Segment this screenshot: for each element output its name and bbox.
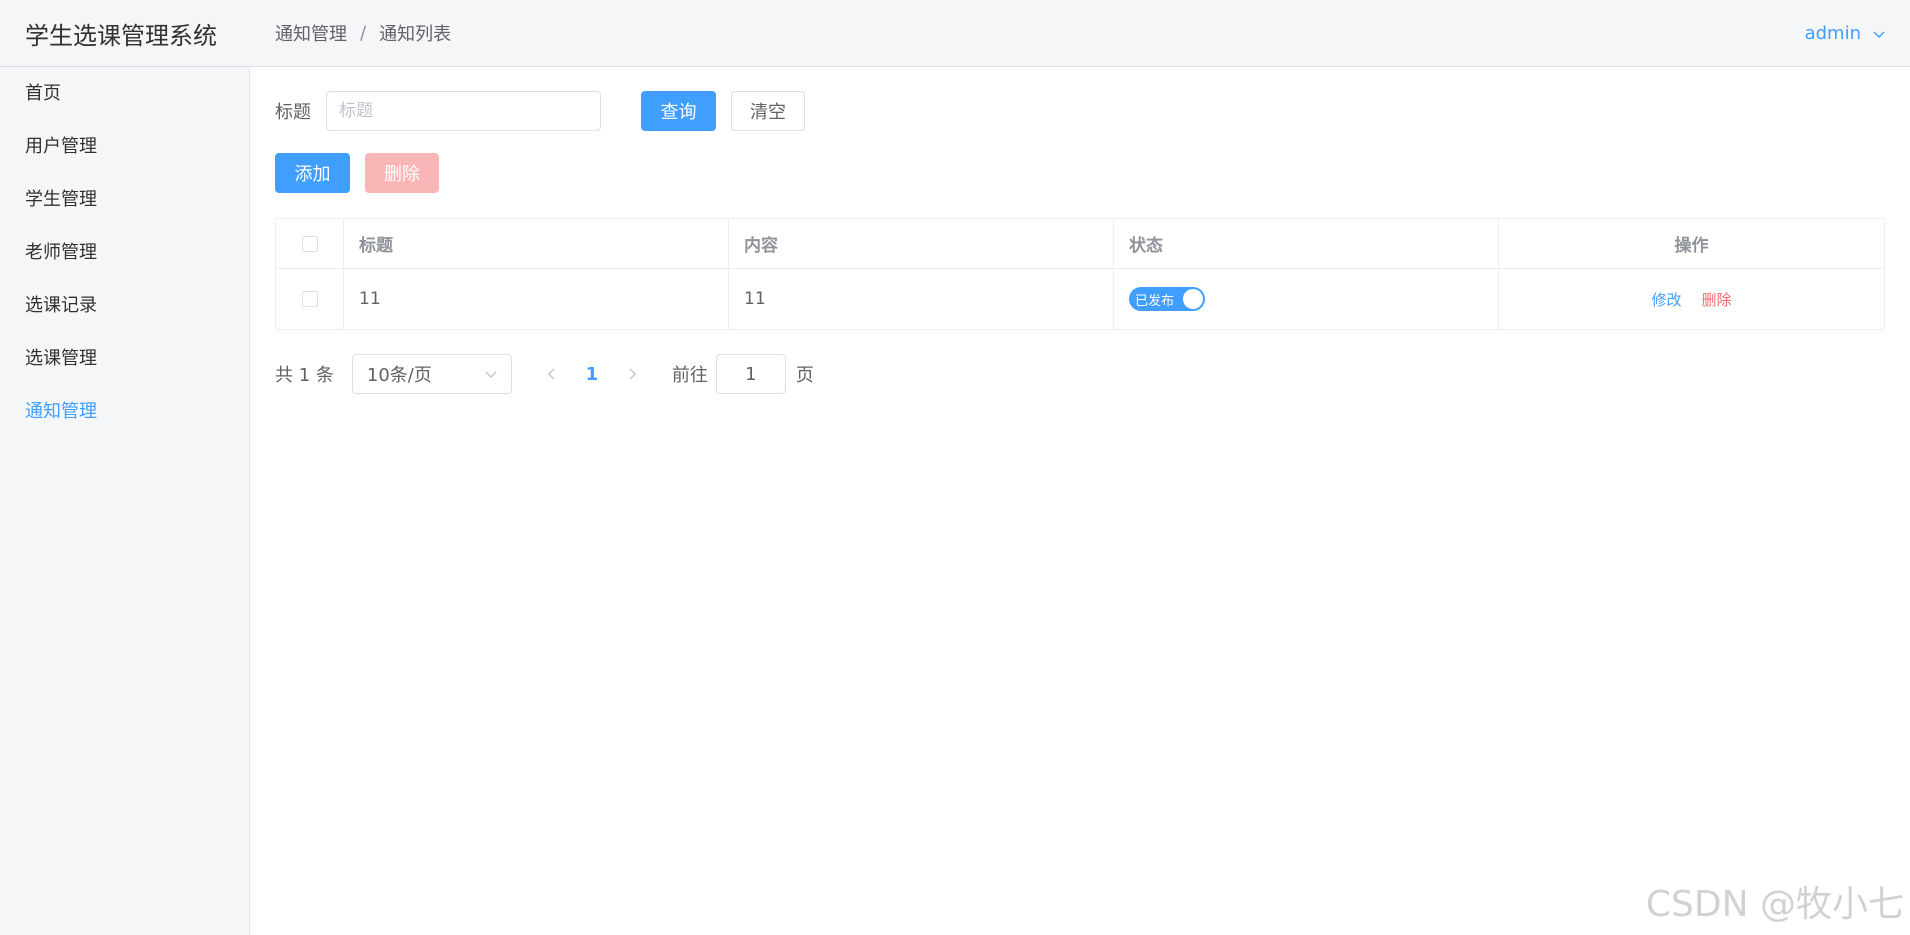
status-toggle[interactable]: 已发布 xyxy=(1129,287,1205,311)
goto-suffix: 页 xyxy=(795,365,814,386)
header-select-cell xyxy=(276,219,344,268)
select-all-checkbox[interactable] xyxy=(301,235,318,252)
chevron-down-icon xyxy=(485,371,497,378)
sidebar: 首页 用户管理 学生管理 老师管理 选课记录 选课管理 通知管理 xyxy=(0,67,250,935)
query-button[interactable]: 查询 xyxy=(641,91,716,131)
watermark: CSDN @牧小七 xyxy=(1645,884,1904,925)
cell-actions: 修改 删除 xyxy=(1499,269,1884,329)
user-name[interactable]: admin xyxy=(1805,23,1861,44)
cell-status: 已发布 xyxy=(1114,269,1499,329)
cell-content: 11 xyxy=(729,269,1114,329)
prev-page-button[interactable] xyxy=(532,354,572,394)
sidebar-item-notice-management[interactable]: 通知管理 xyxy=(0,385,249,438)
cell-title: 11 xyxy=(344,269,729,329)
pagination-total: 共 1 条 xyxy=(275,365,334,386)
goto-label: 前往 xyxy=(671,365,708,386)
add-button[interactable]: 添加 xyxy=(275,153,350,193)
clear-button[interactable]: 清空 xyxy=(731,91,805,131)
chevron-down-icon[interactable] xyxy=(1873,28,1885,40)
breadcrumb-item-notice-management[interactable]: 通知管理 xyxy=(275,20,347,46)
notice-table: 标题 内容 状态 操作 11 11 已发布 修改 删除 xyxy=(275,218,1885,330)
status-toggle-label: 已发布 xyxy=(1135,293,1175,309)
top-header: 学生选课管理系统 通知管理 / 通知列表 admin xyxy=(0,0,1910,67)
column-header-title: 标题 xyxy=(344,219,729,268)
table-header-row: 标题 内容 状态 操作 xyxy=(276,219,1884,269)
chevron-left-icon xyxy=(547,368,555,380)
sidebar-item-course-records[interactable]: 选课记录 xyxy=(0,279,249,332)
page-number-current[interactable]: 1 xyxy=(572,354,612,394)
delete-link[interactable]: 删除 xyxy=(1702,289,1732,310)
chevron-right-icon xyxy=(629,368,636,380)
row-select-cell xyxy=(276,269,344,329)
column-header-status: 状态 xyxy=(1114,219,1499,268)
title-search-input[interactable] xyxy=(326,91,601,131)
search-label: 标题 xyxy=(275,102,311,123)
search-form: 标题 查询 清空 xyxy=(275,91,805,131)
sidebar-item-user-management[interactable]: 用户管理 xyxy=(0,120,249,173)
breadcrumb-separator: / xyxy=(360,22,367,44)
table-row: 11 11 已发布 修改 删除 xyxy=(276,269,1884,329)
goto-page-input[interactable] xyxy=(715,354,786,394)
sidebar-item-student-management[interactable]: 学生管理 xyxy=(0,173,249,226)
breadcrumb-item-notice-list: 通知列表 xyxy=(379,24,452,45)
user-menu[interactable]: admin xyxy=(1805,0,1885,67)
column-header-content: 内容 xyxy=(729,219,1114,268)
pagination: 共 1 条 10条/页 1 前往 页 xyxy=(275,354,814,394)
column-header-actions: 操作 xyxy=(1674,236,1709,256)
next-page-button[interactable] xyxy=(612,354,652,394)
action-toolbar: 添加 删除 xyxy=(275,153,439,193)
breadcrumb: 通知管理 / 通知列表 xyxy=(250,20,451,46)
batch-delete-button[interactable]: 删除 xyxy=(365,153,439,193)
sidebar-item-teacher-management[interactable]: 老师管理 xyxy=(0,226,249,279)
edit-link[interactable]: 修改 xyxy=(1651,289,1681,310)
row-checkbox[interactable] xyxy=(301,291,318,307)
app-title: 学生选课管理系统 xyxy=(25,21,217,50)
toggle-knob xyxy=(1183,289,1203,309)
sidebar-item-home[interactable]: 首页 xyxy=(0,67,249,120)
page-size-select[interactable]: 10条/页 xyxy=(351,354,512,394)
sidebar-item-course-management[interactable]: 选课管理 xyxy=(0,332,249,385)
page-size-value: 10条/页 xyxy=(366,365,432,386)
